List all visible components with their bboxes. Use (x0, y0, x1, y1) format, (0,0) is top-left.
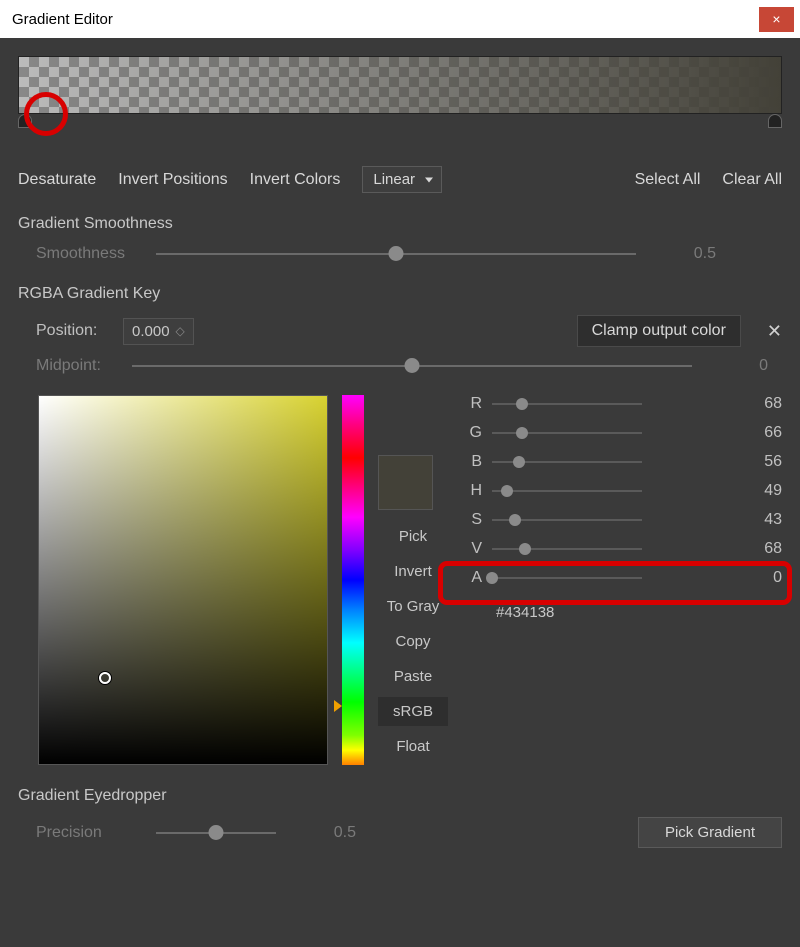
precision-slider[interactable] (156, 832, 276, 834)
hue-strip[interactable] (342, 395, 364, 765)
eyedropper-heading: Gradient Eyedropper (18, 787, 782, 805)
channel-s-slider[interactable] (492, 519, 642, 521)
close-button[interactable]: × (759, 7, 794, 32)
channel-a-slider[interactable] (492, 577, 642, 579)
hue-marker-icon[interactable] (334, 700, 342, 712)
slider-thumb[interactable] (501, 485, 513, 497)
hex-row: #434138 (462, 602, 782, 623)
channel-r-value[interactable]: 68 (737, 395, 782, 413)
channel-s-row: S 43 (462, 511, 782, 529)
channel-sliders: R 68 G 66 B 56 H 49 S 43 (462, 395, 782, 765)
gradient-stop-left[interactable] (18, 114, 32, 128)
channel-b-value[interactable]: 56 (737, 453, 782, 471)
slider-thumb[interactable] (516, 427, 528, 439)
smoothness-heading: Gradient Smoothness (18, 215, 782, 233)
smoothness-slider[interactable] (156, 253, 636, 255)
copy-button[interactable]: Copy (378, 627, 448, 656)
slider-thumb[interactable] (509, 514, 521, 526)
pick-button[interactable]: Pick (378, 522, 448, 551)
slider-thumb[interactable] (513, 456, 525, 468)
precision-value: 0.5 (296, 824, 356, 842)
midpoint-value: 0 (708, 357, 768, 375)
current-color-swatch[interactable] (378, 455, 433, 510)
gradient-stop-track[interactable] (18, 114, 782, 132)
channel-h-slider[interactable] (492, 490, 642, 492)
channel-g-slider[interactable] (492, 432, 642, 434)
slider-thumb[interactable] (516, 398, 528, 410)
slider-thumb[interactable] (209, 825, 224, 840)
toolbar: Desaturate Invert Positions Invert Color… (18, 166, 782, 193)
smoothness-value: 0.5 (656, 245, 716, 263)
channel-v-value[interactable]: 68 (737, 540, 782, 558)
saturation-value-panel[interactable] (38, 395, 328, 765)
smoothness-label: Smoothness (36, 245, 136, 263)
color-picker-section: Pick Invert To Gray Copy Paste sRGB Floa… (38, 395, 782, 765)
channel-r-label: R (462, 395, 482, 413)
select-all-button[interactable]: Select All (635, 171, 701, 189)
slider-thumb[interactable] (519, 543, 531, 555)
channel-h-label: H (462, 482, 482, 500)
channel-g-row: G 66 (462, 424, 782, 442)
color-cursor[interactable] (99, 672, 111, 684)
gradient-fill (19, 57, 781, 113)
clamp-output-button[interactable]: Clamp output color (577, 315, 741, 347)
pick-gradient-button[interactable]: Pick Gradient (638, 817, 782, 848)
slider-thumb[interactable] (405, 358, 420, 373)
channel-g-label: G (462, 424, 482, 442)
channel-v-slider[interactable] (492, 548, 642, 550)
channel-a-row: A 0 (462, 569, 782, 587)
window-title: Gradient Editor (12, 11, 113, 28)
channel-b-slider[interactable] (492, 461, 642, 463)
channel-b-row: B 56 (462, 453, 782, 471)
smoothness-row: Smoothness 0.5 (18, 245, 782, 263)
position-value: 0.000 (132, 323, 170, 340)
precision-label: Precision (36, 824, 136, 842)
midpoint-slider[interactable] (132, 365, 692, 367)
invert-button[interactable]: Invert (378, 557, 448, 586)
channel-s-value[interactable]: 43 (737, 511, 782, 529)
spinner-arrows-icon[interactable]: ◇ (176, 325, 185, 337)
channel-v-label: V (462, 540, 482, 558)
channel-a-label: A (462, 569, 482, 587)
channel-a-value[interactable]: 0 (737, 569, 782, 587)
rgba-key-heading: RGBA Gradient Key (18, 285, 782, 303)
channel-h-row: H 49 (462, 482, 782, 500)
desaturate-button[interactable]: Desaturate (18, 171, 96, 189)
channel-b-label: B (462, 453, 482, 471)
hex-field[interactable]: #434138 (492, 602, 558, 623)
clear-all-button[interactable]: Clear All (722, 171, 782, 189)
delete-key-button[interactable]: ✕ (767, 321, 782, 342)
color-actions: Pick Invert To Gray Copy Paste sRGB Floa… (378, 455, 448, 765)
channel-s-label: S (462, 511, 482, 529)
channel-r-row: R 68 (462, 395, 782, 413)
gradient-stop-right[interactable] (768, 114, 782, 128)
position-spinner[interactable]: 0.000 ◇ (123, 318, 194, 345)
float-button[interactable]: Float (378, 732, 448, 761)
invert-positions-button[interactable]: Invert Positions (118, 171, 227, 189)
channel-h-value[interactable]: 49 (737, 482, 782, 500)
slider-thumb[interactable] (486, 572, 498, 584)
channel-g-value[interactable]: 66 (737, 424, 782, 442)
close-icon: × (772, 11, 780, 27)
title-bar: Gradient Editor × (0, 0, 800, 38)
invert-colors-button[interactable]: Invert Colors (250, 171, 341, 189)
to-gray-button[interactable]: To Gray (378, 592, 448, 621)
interpolation-dropdown[interactable]: Linear (362, 166, 442, 193)
channel-r-slider[interactable] (492, 403, 642, 405)
srgb-button[interactable]: sRGB (378, 697, 448, 726)
gradient-preview[interactable] (18, 56, 782, 114)
midpoint-label: Midpoint: (36, 357, 116, 375)
channel-v-row: V 68 (462, 540, 782, 558)
slider-thumb[interactable] (389, 246, 404, 261)
paste-button[interactable]: Paste (378, 662, 448, 691)
position-label: Position: (36, 322, 111, 340)
